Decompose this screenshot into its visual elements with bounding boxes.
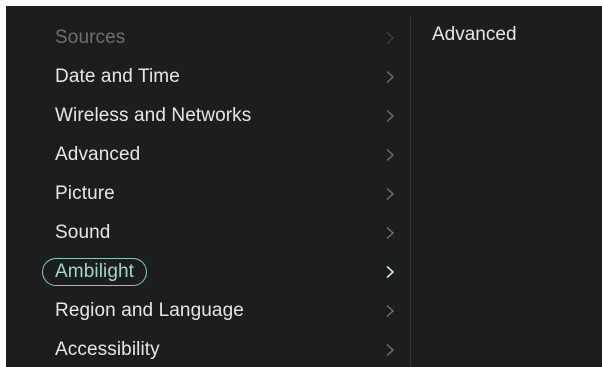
menu-item-label: Advanced (55, 143, 141, 165)
menu-item-label: Date and Time (55, 65, 180, 87)
chevron-right-icon (386, 343, 395, 356)
detail-panel: Advanced (411, 6, 602, 367)
menu-item-label: Ambilight (42, 257, 148, 286)
menu-item-label: Accessibility (55, 338, 160, 360)
chevron-right-icon (386, 265, 395, 278)
chevron-right-icon (386, 148, 395, 161)
menu-item-accessibility[interactable]: Accessibility (6, 330, 410, 367)
menu-item-label: Sound (55, 221, 111, 243)
chevron-right-icon (386, 187, 395, 200)
menu-item-sound[interactable]: Sound (6, 213, 410, 252)
settings-menu: Sources Date and Time Wireless and Netwo… (6, 6, 410, 367)
menu-item-label: Sources (55, 26, 126, 48)
menu-item-label: Picture (55, 182, 115, 204)
chevron-right-icon (386, 109, 395, 122)
menu-item-picture[interactable]: Picture (6, 174, 410, 213)
detail-title: Advanced (432, 24, 517, 45)
menu-item-sources[interactable]: Sources (6, 18, 410, 57)
menu-item-label: Wireless and Networks (55, 104, 252, 126)
menu-item-wireless-and-networks[interactable]: Wireless and Networks (6, 96, 410, 135)
tv-settings-screen: Sources Date and Time Wireless and Netwo… (6, 6, 602, 367)
chevron-right-icon (386, 226, 395, 239)
menu-item-ambilight[interactable]: Ambilight (6, 252, 410, 291)
menu-item-region-and-language[interactable]: Region and Language (6, 291, 410, 330)
chevron-right-icon (386, 70, 395, 83)
menu-item-date-and-time[interactable]: Date and Time (6, 57, 410, 96)
chevron-right-icon (386, 304, 395, 317)
menu-item-label: Region and Language (55, 299, 244, 321)
menu-item-advanced[interactable]: Advanced (6, 135, 410, 174)
chevron-right-icon (386, 31, 395, 44)
